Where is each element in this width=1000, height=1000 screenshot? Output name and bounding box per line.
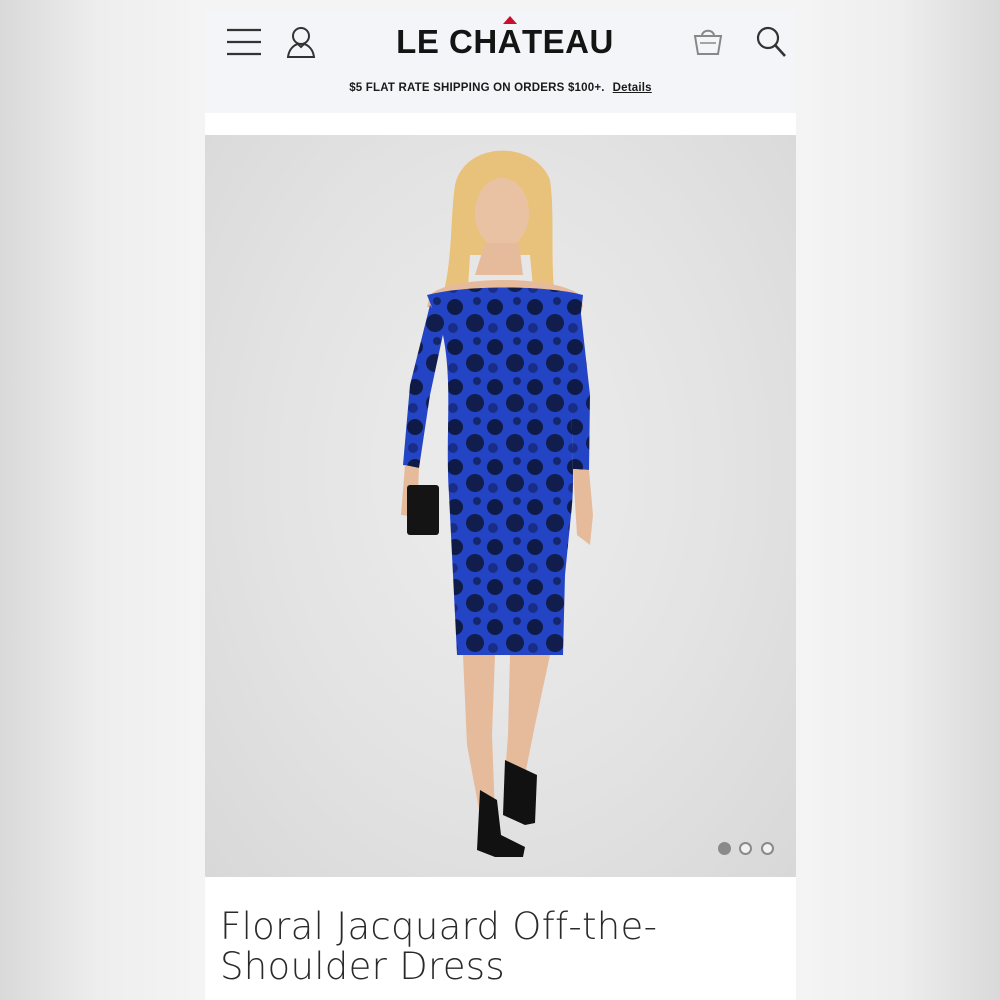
product-title: Floral Jacquard Off-the- Shoulder Dress [220, 907, 780, 987]
carousel-dot-2[interactable] [739, 842, 753, 856]
model-photo [401, 150, 593, 857]
search-icon[interactable] [755, 25, 787, 59]
promo-text: $5 FLAT RATE SHIPPING ON ORDERS $100+. [349, 82, 605, 94]
product-title-line-2: Shoulder Dress [220, 945, 505, 988]
shipping-promo: $5 FLAT RATE SHIPPING ON ORDERS $100+. De… [205, 82, 796, 94]
shopping-bag-icon[interactable] [692, 25, 724, 57]
logo-prefix: LE CH [396, 23, 498, 60]
menu-icon[interactable] [227, 27, 261, 57]
carousel-dots [718, 840, 778, 860]
site-header: LE CH ATEAU $5 FLAT RATE SHIPPING ON ORDE… [205, 10, 796, 113]
carousel-dot-1[interactable] [718, 842, 731, 856]
promo-details-link[interactable]: Details [613, 82, 652, 94]
brand-logo[interactable]: LE CH ATEAU [393, 16, 617, 62]
carousel-dot-3[interactable] [760, 842, 774, 856]
logo-suffix: TEAU [522, 23, 614, 60]
product-image[interactable] [205, 135, 796, 877]
logo-accent-letter: A [498, 16, 522, 62]
logo-accent-caret [502, 16, 517, 24]
account-icon[interactable] [285, 25, 317, 59]
mobile-page: LE CH ATEAU $5 FLAT RATE SHIPPING ON ORDE… [205, 10, 796, 1000]
product-title-line-1: Floral Jacquard Off-the- [220, 905, 658, 948]
